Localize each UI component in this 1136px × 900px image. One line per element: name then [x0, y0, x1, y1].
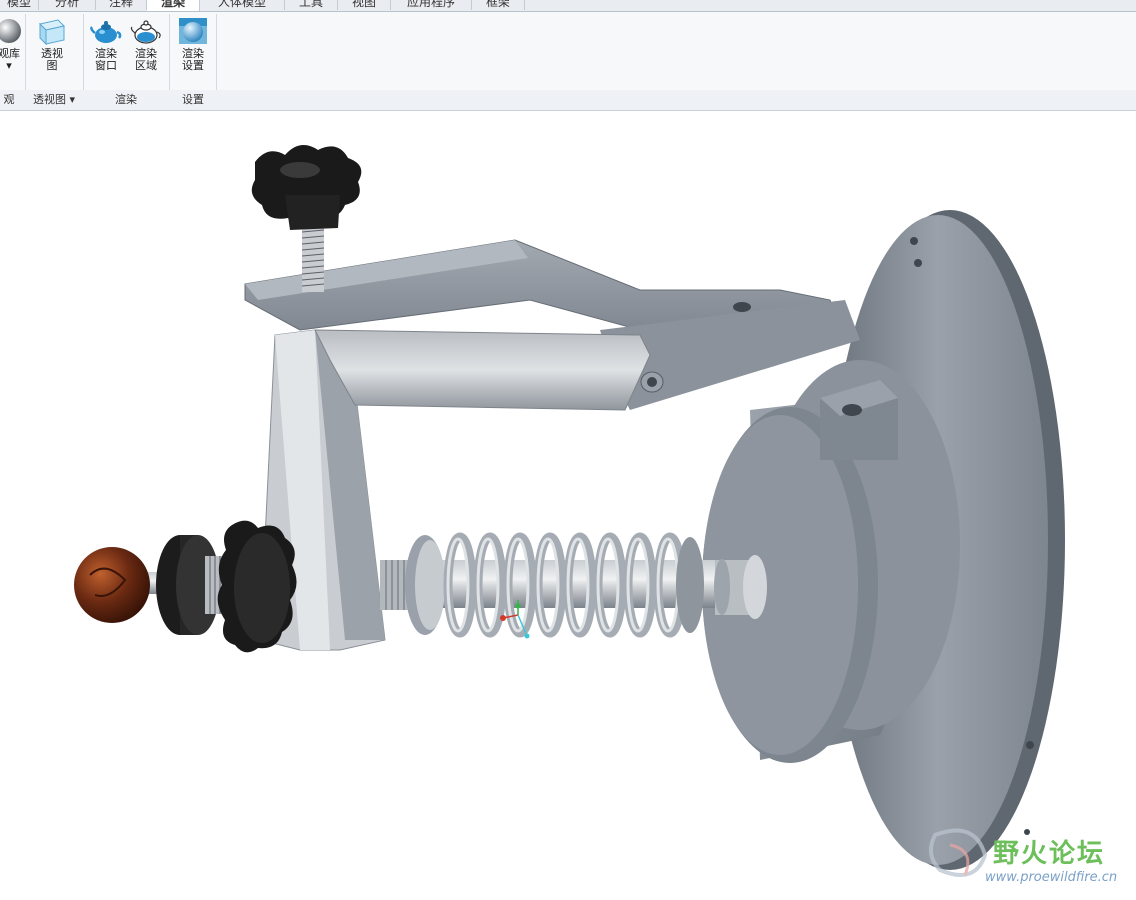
- tab-render[interactable]: 渲染: [147, 0, 200, 11]
- tab-applications[interactable]: 应用程序: [391, 0, 472, 10]
- render-settings-button[interactable]: 渲染 设置: [174, 16, 212, 72]
- group-label-appearance[interactable]: 观: [0, 90, 24, 110]
- ribbon-panel: 观库 ▾ 透视 图 渲染 窗口 渲染 区域 渲染 设置: [0, 12, 1136, 91]
- button-label: ▾: [6, 59, 12, 72]
- appearance-gallery-button[interactable]: 观库 ▾: [0, 16, 26, 72]
- horizontal-beam: [314, 329, 651, 411]
- button-label: 观库: [0, 47, 20, 60]
- tab-manikin[interactable]: 人体模型: [200, 0, 285, 10]
- sphere-icon: [0, 19, 21, 43]
- tab-view[interactable]: 视图: [338, 0, 391, 10]
- group-label-render: 渲染: [115, 93, 137, 106]
- graphics-viewport[interactable]: [0, 111, 1136, 897]
- teapot-outline-icon: [130, 20, 161, 44]
- button-label: 窗口: [95, 59, 117, 72]
- tab-analysis[interactable]: 分析: [39, 0, 96, 10]
- star-knob-top: [251, 145, 362, 230]
- group-label-perspective[interactable]: 透视图 ▾: [26, 90, 82, 110]
- watermark-url: www.proewildfire.cn: [985, 870, 1118, 885]
- ribbon-tab-bar: 模型 分析 注释 渲染 人体模型 工具 视图 应用程序 框架: [0, 0, 1136, 12]
- render-region-button[interactable]: 渲染 区域: [128, 16, 164, 72]
- spring-seat-right: [676, 537, 704, 633]
- watermark-text: 野火论坛: [993, 839, 1106, 869]
- tab-annotate[interactable]: 注释: [96, 0, 147, 10]
- tab-framework[interactable]: 框架: [472, 0, 525, 10]
- button-label: 图: [46, 59, 58, 72]
- tab-model[interactable]: 模型: [0, 0, 39, 10]
- cad-assembly-render: [74, 145, 1065, 877]
- button-label: 区域: [135, 59, 157, 72]
- perspective-box-icon: [39, 19, 65, 46]
- ball-handle: [74, 547, 150, 623]
- teapot-icon: [90, 21, 122, 43]
- perspective-view-button[interactable]: 透视 图: [34, 16, 70, 72]
- render-settings-icon: [179, 18, 207, 44]
- render-window-button[interactable]: 渲染 窗口: [88, 16, 124, 72]
- button-label: 设置: [182, 59, 204, 72]
- tab-tools[interactable]: 工具: [285, 0, 338, 10]
- group-label-settings: 设置: [182, 93, 204, 106]
- ribbon-group-labels: 观 透视图 ▾ 渲染 设置: [0, 90, 1136, 111]
